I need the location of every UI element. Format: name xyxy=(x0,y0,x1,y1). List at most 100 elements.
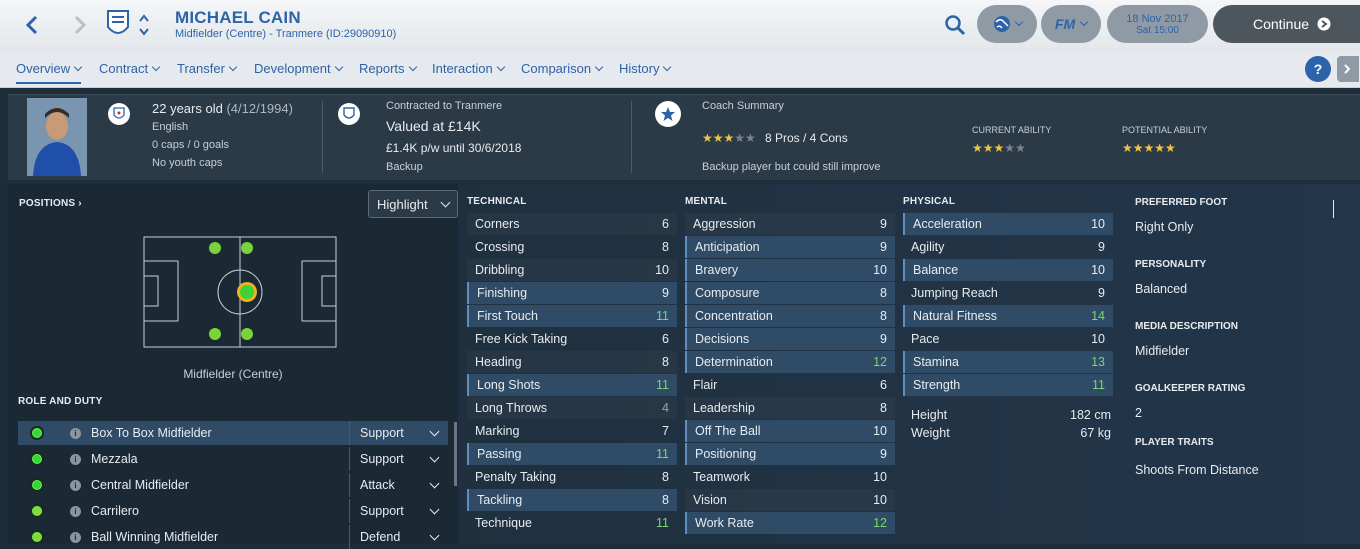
panel-menu-icon[interactable] xyxy=(1337,56,1359,82)
current-ability-label: CURRENT ABILITY xyxy=(972,125,1052,135)
attribute-row[interactable]: Acceleration 10 xyxy=(903,213,1113,235)
role-info-icon[interactable]: i xyxy=(70,427,81,439)
attribute-row[interactable]: Heading 8 xyxy=(467,351,677,373)
youth-caps: No youth caps xyxy=(152,157,223,169)
attribute-row[interactable]: Pace 10 xyxy=(903,328,1113,350)
attribute-row[interactable]: Leadership 8 xyxy=(685,397,895,419)
attribute-row[interactable]: Work Rate 12 xyxy=(685,512,895,534)
attribute-row[interactable]: Concentration 8 xyxy=(685,305,895,327)
attribute-row[interactable]: Vision 10 xyxy=(685,489,895,511)
duty-label: Support xyxy=(360,452,404,466)
attribute-row[interactable]: Balance 10 xyxy=(903,259,1113,281)
player-age: 22 years old (4/12/1994) xyxy=(152,101,293,116)
fm-menu-button[interactable]: FM xyxy=(1041,5,1101,43)
tab-comparison[interactable]: Comparison xyxy=(521,61,604,76)
duty-dropdown[interactable]: Defend xyxy=(349,525,448,549)
highlight-dropdown[interactable]: Highlight xyxy=(368,190,458,218)
attribute-row[interactable]: Jumping Reach 9 xyxy=(903,282,1113,304)
role-suitability-icon xyxy=(30,504,44,518)
role-info-icon[interactable]: i xyxy=(70,531,81,543)
role-info-icon[interactable]: i xyxy=(70,505,81,517)
attribute-row[interactable]: Anticipation 9 xyxy=(685,236,895,258)
attribute-row[interactable]: Bravery 10 xyxy=(685,259,895,281)
attribute-row[interactable]: Teamwork 10 xyxy=(685,466,895,488)
attribute-row[interactable]: Natural Fitness 14 xyxy=(903,305,1113,327)
attribute-value: 7 xyxy=(662,424,669,438)
pitch-diagram xyxy=(143,236,338,350)
continue-button[interactable]: Continue xyxy=(1213,5,1360,43)
personality: Balanced xyxy=(1135,282,1188,296)
forward-arrow-icon[interactable] xyxy=(68,14,90,36)
attribute-row[interactable]: Off The Ball 10 xyxy=(685,420,895,442)
attribute-value: 10 xyxy=(1091,263,1105,277)
attribute-name: Free Kick Taking xyxy=(475,332,568,346)
attribute-row[interactable]: Long Shots 11 xyxy=(467,374,677,396)
nav-bar: Overview Contract Transfer Development R… xyxy=(0,52,1360,88)
attribute-row[interactable]: Flair 6 xyxy=(685,374,895,396)
contracted-to: Contracted to Tranmere xyxy=(386,100,503,112)
role-row[interactable]: i Mezzala Support xyxy=(18,447,448,471)
attribute-row[interactable]: Crossing 8 xyxy=(467,236,677,258)
attribute-row[interactable]: Corners 6 xyxy=(467,213,677,235)
attribute-row[interactable]: Strength 11 xyxy=(903,374,1113,396)
back-arrow-icon[interactable] xyxy=(22,14,44,36)
date-button[interactable]: 18 Nov 2017 Sat 15:00 xyxy=(1107,5,1208,43)
duty-label: Defend xyxy=(360,530,401,544)
role-info-icon[interactable]: i xyxy=(70,453,81,465)
duty-dropdown[interactable]: Attack xyxy=(349,473,448,497)
attribute-row[interactable]: Penalty Taking 8 xyxy=(467,466,677,488)
search-icon[interactable] xyxy=(944,14,966,36)
attribute-row[interactable]: Passing 11 xyxy=(467,443,677,465)
attribute-value: 12 xyxy=(873,516,887,530)
tab-history[interactable]: History xyxy=(619,61,672,76)
attribute-name: Work Rate xyxy=(695,516,754,530)
personality-title: PERSONALITY xyxy=(1135,259,1207,270)
attribute-row[interactable]: Determination 12 xyxy=(685,351,895,373)
role-info-icon[interactable]: i xyxy=(70,479,81,491)
attribute-row[interactable]: Composure 8 xyxy=(685,282,895,304)
up-arrow-icon[interactable] xyxy=(138,10,150,22)
attribute-row[interactable]: Technique 11 xyxy=(467,512,677,534)
roles-scrollbar[interactable] xyxy=(454,422,457,486)
attribute-value: 8 xyxy=(662,355,669,369)
role-row[interactable]: i Central Midfielder Attack xyxy=(18,473,448,497)
positions-title[interactable]: POSITIONS › xyxy=(19,198,82,209)
attribute-row[interactable]: Dribbling 10 xyxy=(467,259,677,281)
attribute-row[interactable]: Aggression 9 xyxy=(685,213,895,235)
potential-ability-stars: ★★★★★ xyxy=(1122,141,1176,155)
globe-button[interactable] xyxy=(977,5,1037,43)
info-bar: 22 years old (4/12/1994) English 0 caps … xyxy=(8,94,1360,180)
attribute-row[interactable]: Stamina 13 xyxy=(903,351,1113,373)
attribute-row[interactable]: Long Throws 4 xyxy=(467,397,677,419)
attribute-name: Teamwork xyxy=(693,470,750,484)
attribute-row[interactable]: First Touch 11 xyxy=(467,305,677,327)
tab-transfer[interactable]: Transfer xyxy=(177,61,238,76)
tab-development[interactable]: Development xyxy=(254,61,343,76)
pros-cons[interactable]: 8 Pros / 4 Cons xyxy=(765,131,848,145)
position-label: Midfielder (Centre) xyxy=(183,367,283,381)
tab-reports[interactable]: Reports xyxy=(359,61,417,76)
weight-row: Weight 67 kg xyxy=(911,426,1111,440)
help-button[interactable]: ? xyxy=(1305,56,1331,82)
down-arrow-icon[interactable] xyxy=(138,24,150,36)
role-row[interactable]: i Box To Box Midfielder Support xyxy=(18,421,448,445)
tab-overview[interactable]: Overview xyxy=(16,61,83,84)
attribute-name: Off The Ball xyxy=(695,424,761,438)
player-subtitle[interactable]: Midfielder (Centre) - Tranmere (ID:29090… xyxy=(175,28,396,40)
attribute-row[interactable]: Agility 9 xyxy=(903,236,1113,258)
attribute-row[interactable]: Positioning 9 xyxy=(685,443,895,465)
attribute-row[interactable]: Decisions 9 xyxy=(685,328,895,350)
duty-dropdown[interactable]: Support xyxy=(349,499,448,523)
role-row[interactable]: i Carrilero Support xyxy=(18,499,448,523)
tab-contract[interactable]: Contract xyxy=(99,61,161,76)
attribute-row[interactable]: Finishing 9 xyxy=(467,282,677,304)
attribute-row[interactable]: Free Kick Taking 6 xyxy=(467,328,677,350)
role-row[interactable]: i Ball Winning Midfielder Defend xyxy=(18,525,448,549)
attribute-row[interactable]: Marking 7 xyxy=(467,420,677,442)
attribute-row[interactable]: Tackling 8 xyxy=(467,489,677,511)
collapse-chevron-icon[interactable] xyxy=(1333,200,1334,218)
duty-dropdown[interactable]: Support xyxy=(349,447,448,471)
duty-dropdown[interactable]: Support xyxy=(349,421,448,445)
attribute-value: 6 xyxy=(662,217,669,231)
tab-interaction[interactable]: Interaction xyxy=(432,61,505,76)
